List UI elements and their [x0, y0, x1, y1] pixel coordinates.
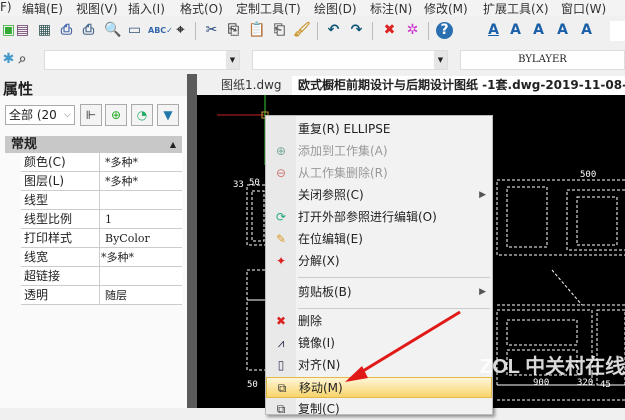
annotation-arrow	[345, 310, 461, 382]
zol-watermark: ZOL 中关村在线	[480, 356, 625, 378]
